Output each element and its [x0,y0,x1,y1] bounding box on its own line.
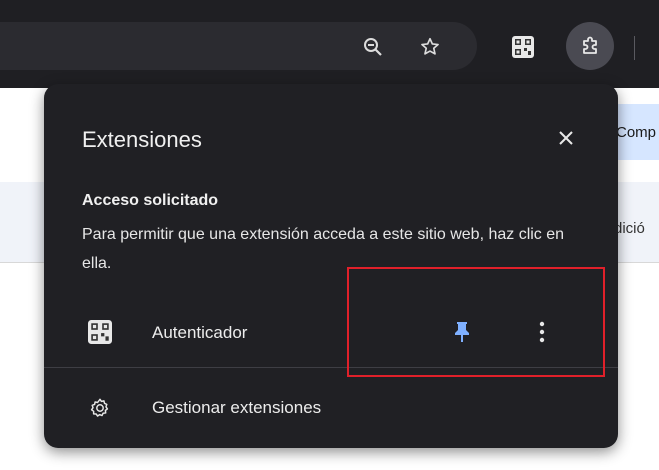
qr-code-icon [82,314,118,350]
browser-toolbar [0,0,659,88]
manage-extensions-label: Gestionar extensiones [152,398,322,417]
close-icon [559,131,573,145]
address-bar[interactable] [0,22,477,70]
extension-name: Autenticador [152,323,248,342]
section-heading: Acceso solicitado [82,192,219,209]
popup-title: Extensiones [82,127,202,152]
qr-code-icon[interactable] [507,31,539,63]
highlight-box [347,267,605,377]
extensions-puzzle-button[interactable] [566,22,614,70]
toolbar-divider [634,36,635,60]
zoom-out-icon[interactable] [357,31,389,63]
page-button-label: Comp [616,123,657,141]
gear-icon [82,390,118,426]
bookmark-star-icon[interactable] [414,31,446,63]
close-button[interactable] [550,122,582,154]
page-band-text: dició [614,220,645,237]
extensions-popup: Extensiones Acceso solicitado Para permi… [44,84,618,448]
puzzle-icon [583,36,597,54]
manage-extensions-item[interactable]: Gestionar extensiones [44,384,618,434]
